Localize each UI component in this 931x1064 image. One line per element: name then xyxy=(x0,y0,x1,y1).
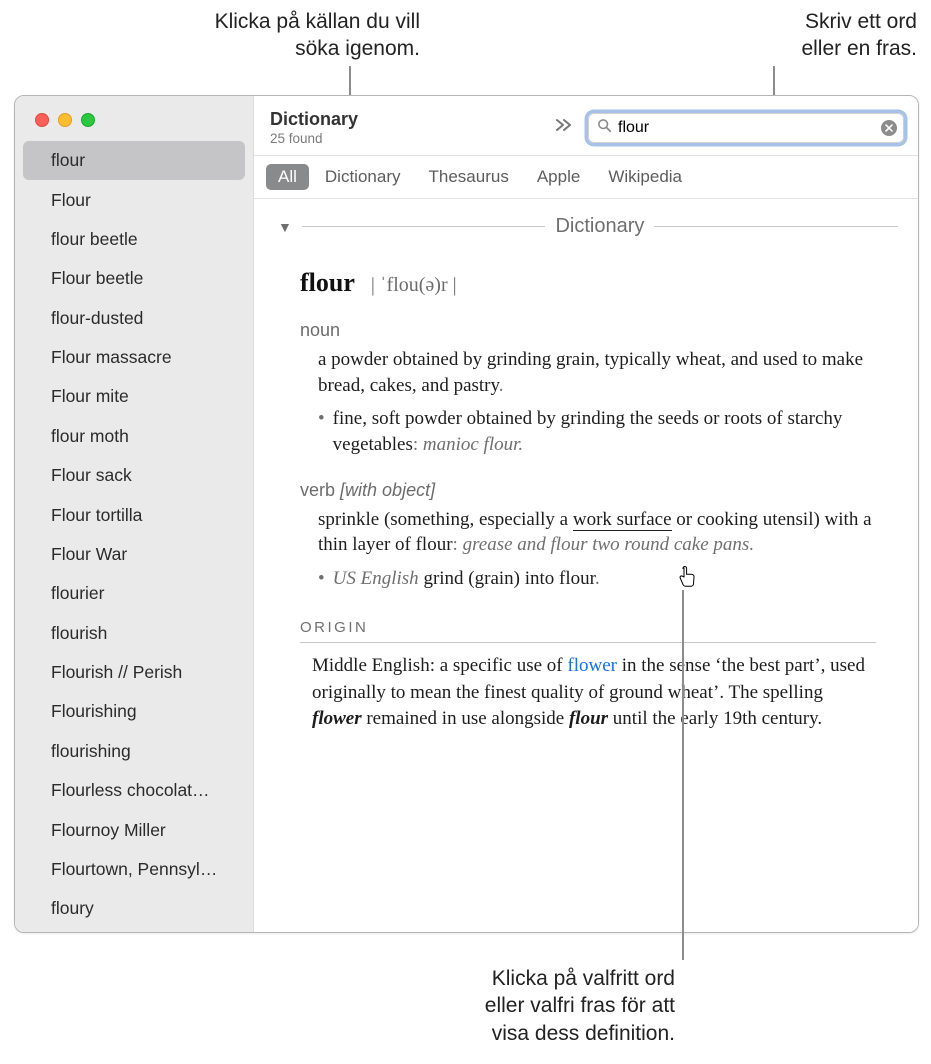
cross-ref-link[interactable]: flower xyxy=(567,655,617,676)
source-tab-dictionary[interactable]: Dictionary xyxy=(313,164,413,190)
list-item[interactable]: Flour tortilla xyxy=(15,495,253,534)
list-item[interactable]: Flourish // Perish xyxy=(15,653,253,692)
list-item[interactable]: Flourishing xyxy=(15,692,253,731)
results-list[interactable]: flour Flour flour beetle Flour beetle fl… xyxy=(15,141,253,932)
source-tab-thesaurus[interactable]: Thesaurus xyxy=(417,164,521,190)
result-count: 25 found xyxy=(270,131,358,146)
callout-search: Skriv ett ord eller en fras. xyxy=(717,8,917,63)
bullet-icon: • xyxy=(318,406,325,457)
origin-heading: ORIGIN xyxy=(300,619,876,643)
list-item[interactable]: flourishing xyxy=(15,732,253,771)
search-icon xyxy=(597,118,612,138)
disclosure-triangle-icon[interactable]: ▼ xyxy=(278,219,292,235)
cross-ref-link[interactable]: work surface xyxy=(573,509,672,531)
headword: flour xyxy=(300,268,355,297)
part-of-speech-verb: verb [with object] xyxy=(300,480,876,501)
fullscreen-window-button[interactable] xyxy=(81,113,95,127)
list-item[interactable]: flour xyxy=(23,141,245,180)
section-label: Dictionary xyxy=(555,215,644,238)
origin-text: Middle English: a specific use of flower… xyxy=(300,653,876,732)
callout-sources: Klicka på källan du vill söka igenom. xyxy=(160,8,420,63)
overflow-chevron-icon[interactable] xyxy=(552,118,576,137)
main-pane: Dictionary 25 found All Dictionary Thesa… xyxy=(253,96,918,932)
callout-click-word: Klicka på valfritt ord eller valfri fras… xyxy=(435,965,675,1047)
leader-line xyxy=(682,590,684,960)
sub-definition-noun: • fine, soft powder obtained by grinding… xyxy=(318,406,876,457)
sidebar: flour Flour flour beetle Flour beetle fl… xyxy=(15,96,253,932)
source-tab-all[interactable]: All xyxy=(266,164,309,190)
source-tab-apple[interactable]: Apple xyxy=(525,164,592,190)
list-item[interactable]: Flourtown, Pennsyl… xyxy=(15,850,253,889)
list-item[interactable]: floury xyxy=(15,889,253,928)
pronunciation: | ˈflou(ə)r | xyxy=(371,274,457,296)
definition-verb: sprinkle (something, especially a work s… xyxy=(318,507,876,558)
close-window-button[interactable] xyxy=(35,113,49,127)
sources-bar: All Dictionary Thesaurus Apple Wikipedia xyxy=(254,156,918,199)
bullet-icon: • xyxy=(318,566,325,592)
sub-definition-verb: • US English grind (grain) into flour. xyxy=(318,566,876,592)
list-item[interactable]: flourish xyxy=(15,614,253,653)
list-item[interactable]: Flour beetle xyxy=(15,259,253,298)
divider xyxy=(654,226,898,227)
title-block: Dictionary 25 found xyxy=(270,109,358,146)
entry: flour | ˈflou(ə)r | noun a powder obtain… xyxy=(278,268,898,732)
definition-content: ▼ Dictionary flour | ˈflou(ə)r | noun a … xyxy=(254,199,918,932)
list-item[interactable]: Flour xyxy=(15,180,253,219)
list-item[interactable]: flour beetle xyxy=(15,220,253,259)
list-item[interactable]: flour moth xyxy=(15,417,253,456)
definition-noun: a powder obtained by grinding grain, typ… xyxy=(318,347,876,398)
part-of-speech-noun: noun xyxy=(300,320,876,341)
list-item[interactable]: flour-dusted xyxy=(15,299,253,338)
dictionary-window: flour Flour flour beetle Flour beetle fl… xyxy=(14,95,919,933)
source-tab-wikipedia[interactable]: Wikipedia xyxy=(596,164,694,190)
toolbar: Dictionary 25 found xyxy=(254,96,918,156)
list-item[interactable]: flourier xyxy=(15,574,253,613)
search-field[interactable] xyxy=(588,113,904,143)
search-input[interactable] xyxy=(618,119,875,137)
list-item[interactable]: Flour sack xyxy=(15,456,253,495)
divider xyxy=(302,226,546,227)
list-item[interactable]: Flour mite xyxy=(15,377,253,416)
list-item[interactable]: Flourless chocolat… xyxy=(15,771,253,810)
headword-row: flour | ˈflou(ə)r | xyxy=(300,268,876,298)
section-header[interactable]: ▼ Dictionary xyxy=(278,215,898,238)
cursor-pointer-icon xyxy=(678,566,696,588)
list-item[interactable]: Flournoy Miller xyxy=(15,810,253,849)
clear-search-button[interactable] xyxy=(881,120,897,136)
minimize-window-button[interactable] xyxy=(58,113,72,127)
app-title: Dictionary xyxy=(270,109,358,130)
window-traffic-lights xyxy=(15,96,253,141)
list-item[interactable]: Flour War xyxy=(15,535,253,574)
list-item[interactable]: Flour massacre xyxy=(15,338,253,377)
